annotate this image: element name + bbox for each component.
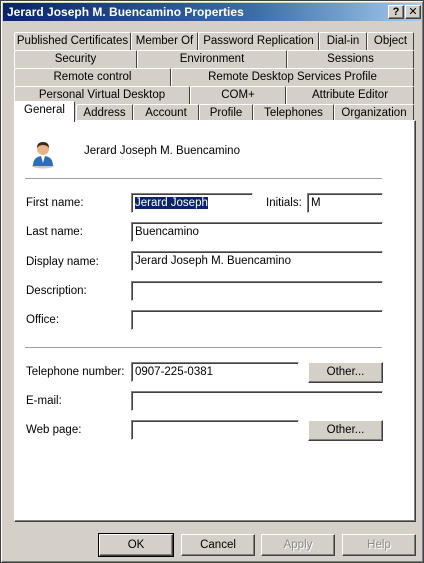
description-label: Description: (26, 285, 87, 297)
telephone-other-button[interactable]: Other... (308, 362, 383, 383)
help-title-button[interactable]: ? (388, 5, 404, 19)
tab-environment[interactable]: Environment (137, 50, 287, 68)
tab-remote-control[interactable]: Remote control (14, 68, 171, 86)
email-label: E-mail: (26, 395, 62, 407)
last-name-input[interactable]: Buencamino (131, 222, 383, 242)
webpage-other-button[interactable]: Other... (308, 420, 383, 441)
separator-top (25, 178, 382, 180)
ok-button[interactable]: OK (98, 533, 174, 557)
close-title-button[interactable]: ✕ (405, 5, 421, 19)
first-name-selected-text: Jerard Joseph (135, 197, 208, 209)
tab-object[interactable]: Object (367, 32, 414, 50)
help-button[interactable]: Help (342, 534, 416, 556)
tab-dial-in[interactable]: Dial-in (319, 32, 367, 50)
properties-dialog: Jerard Joseph M. Buencamino Properties ?… (0, 0, 424, 563)
cancel-button[interactable]: Cancel (181, 534, 255, 556)
email-input[interactable] (131, 391, 383, 411)
telephone-label: Telephone number: (26, 366, 125, 378)
tab-published-certificates[interactable]: Published Certificates (14, 32, 131, 50)
first-name-input[interactable]: Jerard Joseph (131, 193, 253, 213)
user-icon (30, 139, 56, 169)
tab-member-of[interactable]: Member Of (131, 32, 198, 50)
webpage-label: Web page: (26, 424, 82, 436)
separator-middle (25, 347, 382, 349)
webpage-input[interactable] (131, 420, 299, 440)
tab-com-plus[interactable]: COM+ (190, 86, 286, 104)
initials-label: Initials: (266, 197, 302, 209)
apply-button[interactable]: Apply (261, 534, 335, 556)
tab-remote-desktop-services-profile[interactable]: Remote Desktop Services Profile (171, 68, 414, 86)
display-name-header: Jerard Joseph M. Buencamino (84, 145, 240, 157)
initials-input[interactable]: M (307, 193, 383, 213)
tab-attribute-editor[interactable]: Attribute Editor (286, 86, 414, 104)
last-name-label: Last name: (26, 226, 83, 238)
display-name-input[interactable]: Jerard Joseph M. Buencamino (131, 251, 383, 271)
tab-general[interactable]: General (14, 101, 75, 122)
office-label: Office: (26, 314, 60, 326)
description-input[interactable] (131, 281, 383, 301)
tab-security[interactable]: Security (14, 50, 137, 68)
first-name-label: First name: (26, 197, 84, 209)
office-input[interactable] (131, 310, 383, 330)
tab-sessions[interactable]: Sessions (287, 50, 414, 68)
general-tab-panel: Jerard Joseph M. Buencamino First name: … (14, 120, 416, 522)
window-title: Jerard Joseph M. Buencamino Properties (7, 5, 244, 19)
tab-password-replication[interactable]: Password Replication (198, 32, 319, 50)
title-bar[interactable]: Jerard Joseph M. Buencamino Properties (3, 3, 421, 21)
telephone-input[interactable]: 0907-225-0381 (131, 362, 299, 382)
display-name-label: Display name: (26, 256, 99, 268)
